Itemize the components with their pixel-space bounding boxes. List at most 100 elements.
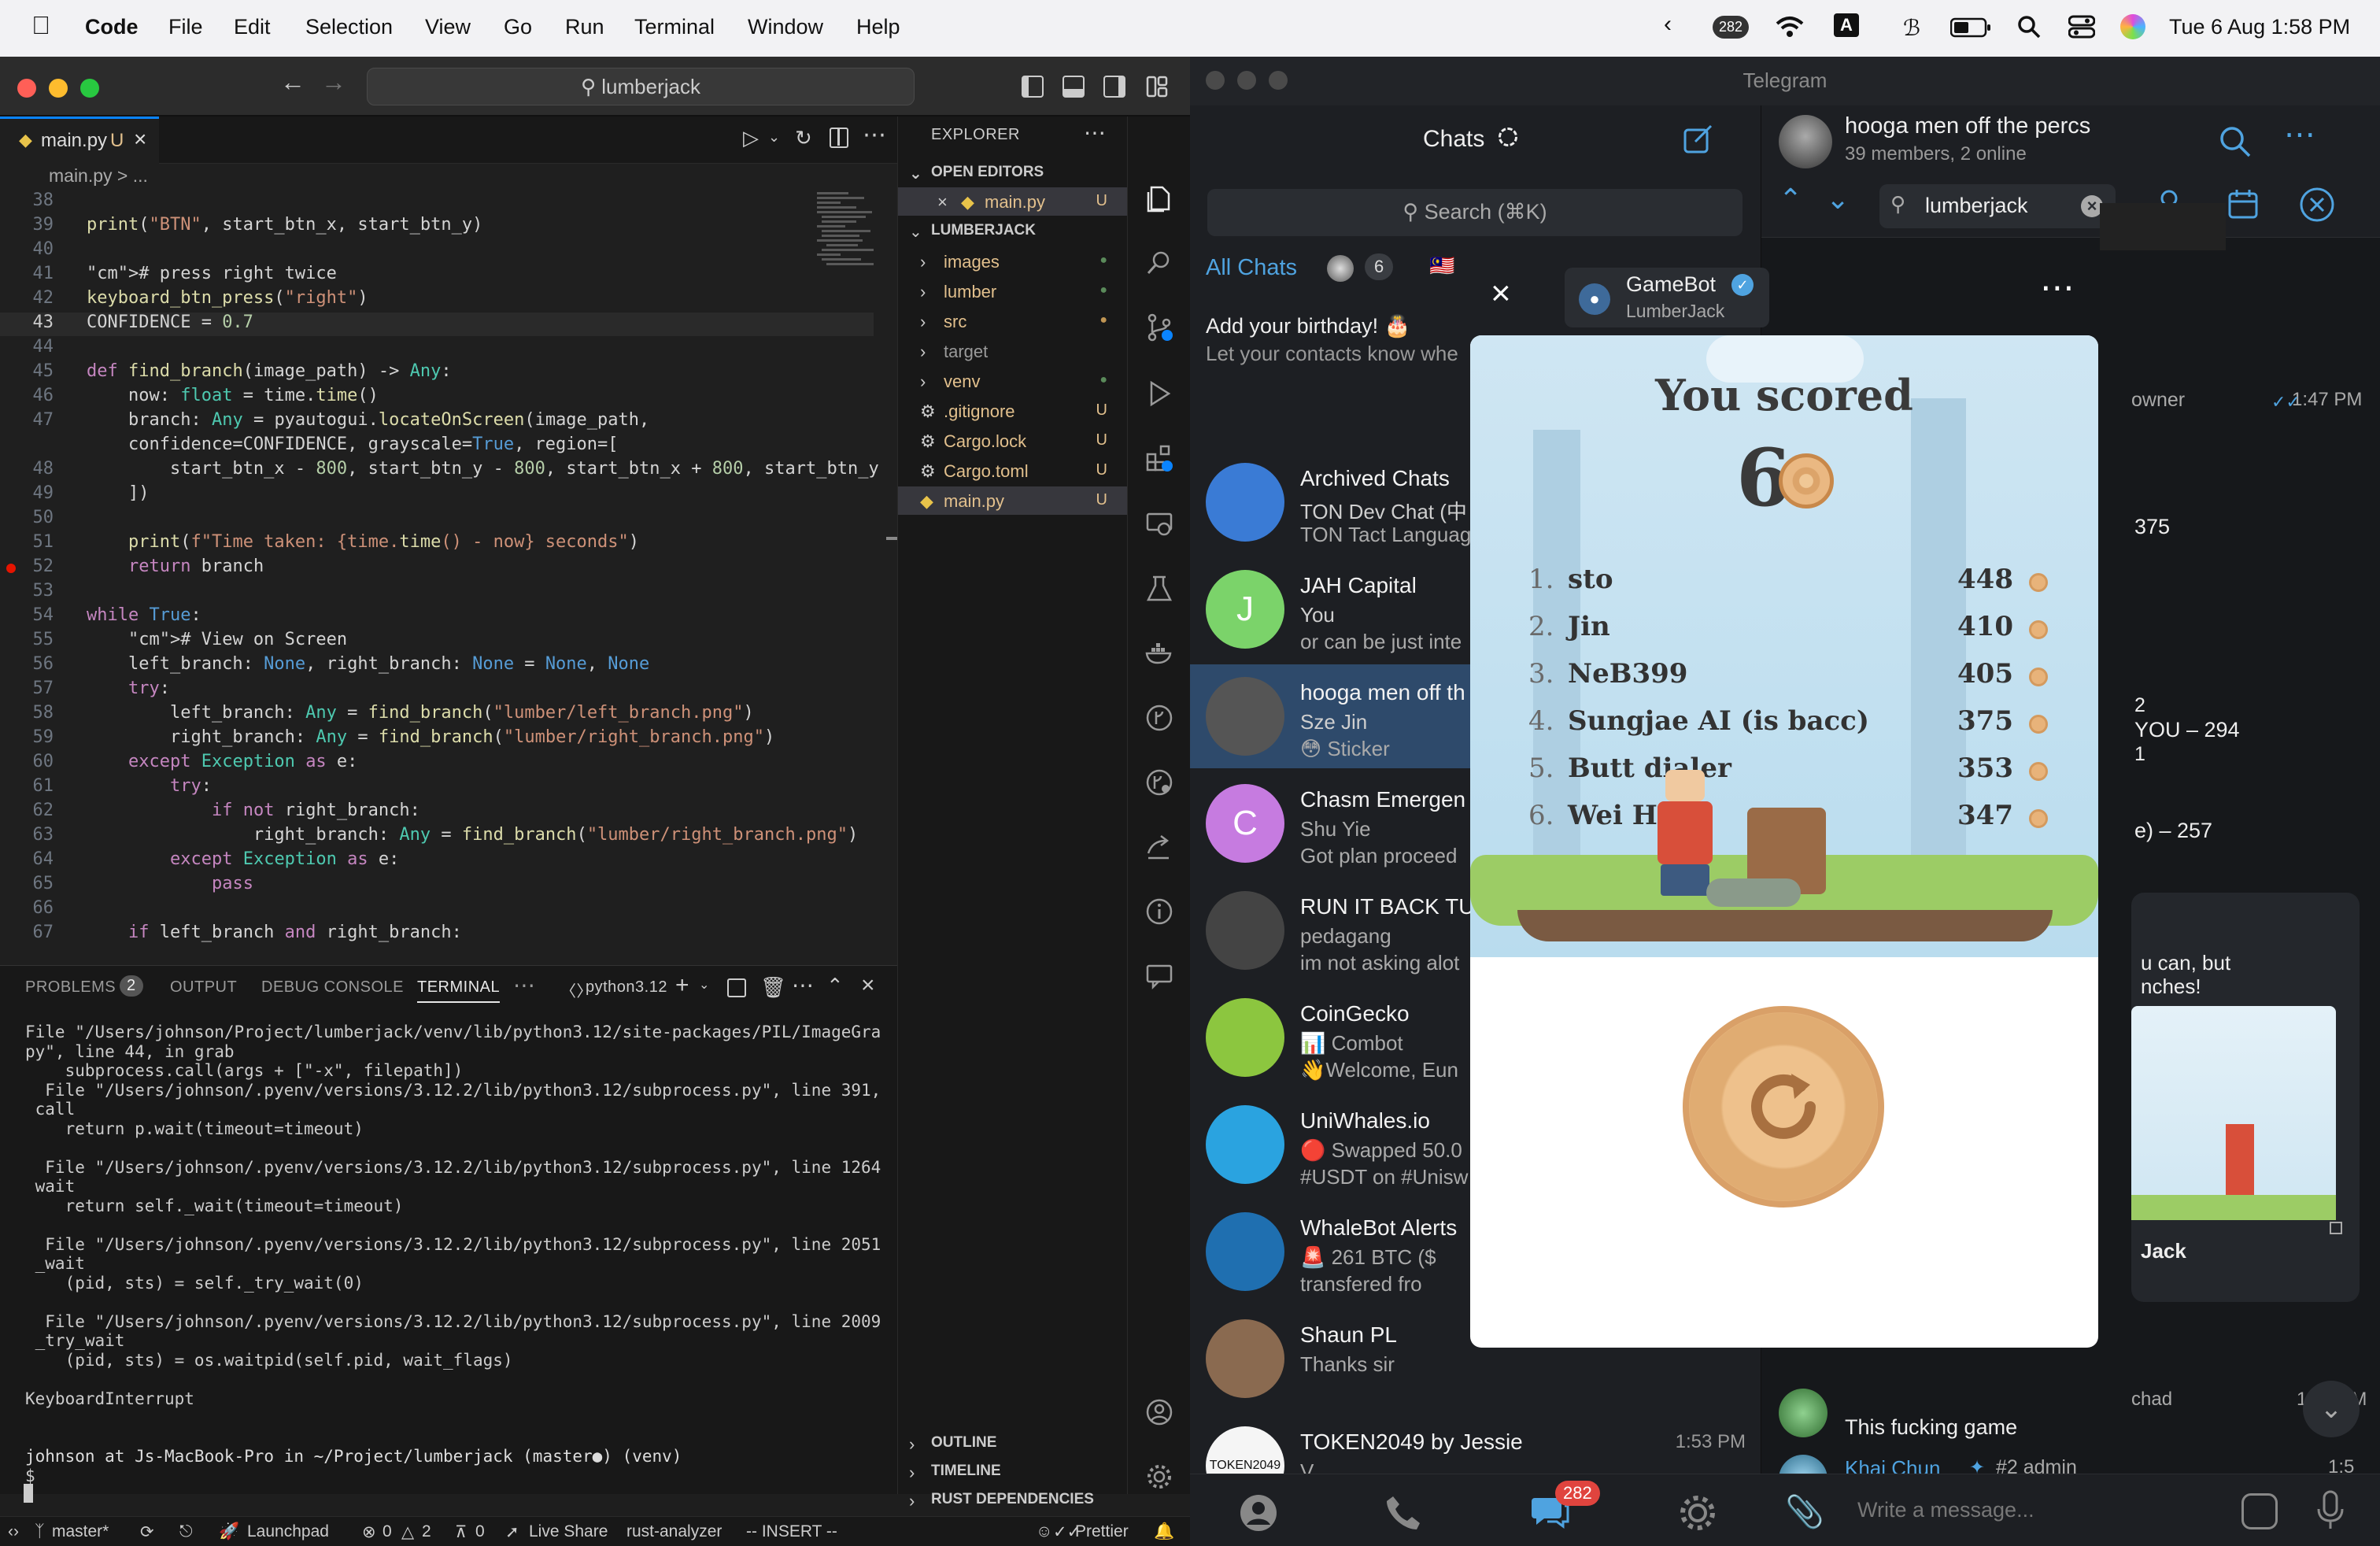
more-actions-icon[interactable]: ⋯ (863, 121, 886, 149)
feedback-icon[interactable]: ☺ (1036, 1522, 1052, 1541)
code-line[interactable]: 44 (0, 337, 874, 361)
input-source-indicator[interactable]: A (1834, 13, 1859, 37)
code-line[interactable]: 45 def find_branch(image_path) -> Any: (0, 361, 874, 385)
remote-explorer-icon[interactable] (1145, 510, 1173, 538)
notification-count-badge[interactable]: 282 (1713, 16, 1750, 39)
code-line[interactable]: 48 start_btn_x - 800, start_btn_y - 800,… (0, 459, 879, 483)
close-tab-icon[interactable]: × (134, 127, 146, 152)
code-line[interactable]: 61 try: (0, 776, 874, 800)
code-line[interactable]: 38 (0, 190, 874, 214)
toggle-panel-icon[interactable] (1062, 76, 1085, 98)
code-line[interactable]: 63 right_branch: Any = find_branch("lumb… (0, 825, 874, 849)
code-line[interactable]: 40 (0, 239, 874, 263)
in-chat-search-input[interactable]: ⚲ lumberjack × (1879, 184, 2116, 228)
search-by-date-icon[interactable] (2226, 187, 2260, 222)
menu-edit[interactable]: Edit (234, 15, 271, 39)
code-line[interactable]: 41 "cm"># press right twice (0, 264, 874, 287)
battery-icon[interactable] (1950, 17, 1991, 38)
code-line[interactable]: 43 CONFIDENCE = 0.7 (0, 313, 874, 336)
close-game-icon[interactable]: × (1491, 274, 1511, 313)
warnings-count[interactable]: 2 (422, 1522, 431, 1541)
close-editor-icon[interactable]: × (937, 192, 948, 213)
sync-changes-icon[interactable]: ⟳ (140, 1522, 154, 1542)
code-line[interactable]: 62 if not right_branch: (0, 801, 874, 824)
close-search-icon[interactable] (2298, 186, 2336, 224)
breadcrumb[interactable]: main.py > ... (0, 164, 897, 190)
code-line[interactable]: 55 "cm"># View on Screen (0, 630, 874, 653)
accounts-icon[interactable] (1145, 1398, 1173, 1426)
chat-search-input[interactable]: ⚲ Search (⌘K) (1207, 189, 1743, 236)
launchpad-icon[interactable]: 🚀 (219, 1522, 239, 1541)
file-tree-item[interactable]: › src ● (898, 307, 1128, 335)
code-line[interactable]: 39 print("BTN", start_btn_x, start_btn_y) (0, 215, 874, 239)
terminal-more-icon[interactable]: ⋯ (792, 972, 815, 998)
scroll-to-bottom-icon[interactable]: ⌄ (2303, 1381, 2360, 1437)
code-line[interactable]: 52 return branch (0, 557, 874, 580)
live-share-icon[interactable]: ➚ (505, 1522, 519, 1542)
bluetooth-icon[interactable]: ℬ (1903, 15, 1920, 41)
project-folder-section[interactable]: ⌄ LUMBERJACK (898, 217, 1128, 246)
siri-icon[interactable] (2120, 14, 2145, 39)
file-tree-item[interactable]: › target (898, 337, 1128, 365)
prettier-label[interactable]: Prettier (1075, 1522, 1129, 1541)
menu-selection[interactable]: Selection (305, 15, 393, 39)
settings-gear-icon[interactable] (1678, 1493, 1717, 1533)
extensions-icon[interactable] (1145, 444, 1173, 472)
rust-analyzer-status[interactable]: rust-analyzer (626, 1522, 722, 1541)
menubar-app-name[interactable]: Code (85, 15, 139, 39)
maximize-panel-icon[interactable]: ⌃ (826, 974, 844, 998)
zoom-window-button[interactable] (80, 79, 99, 98)
code-line[interactable]: 42 keyboard_btn_press("right") (0, 288, 874, 312)
outline-section[interactable]: › OUTLINE (898, 1429, 1128, 1458)
code-line[interactable]: 59 right_branch: Any = find_branch("lumb… (0, 727, 874, 751)
customize-layout-icon[interactable] (1146, 76, 1168, 98)
code-line[interactable]: 51 print(f"Time taken: {time.time() - no… (0, 532, 874, 556)
terminal-output[interactable]: File "/Users/johnson/Project/lumberjack/… (0, 1023, 881, 1495)
panel-more-icon[interactable]: ⋯ (513, 972, 536, 998)
testing-flask-icon[interactable] (1145, 575, 1173, 603)
code-line[interactable]: 67 if left_branch and right_branch: (0, 923, 874, 946)
code-editor[interactable]: 38 39 print("BTN", start_btn_x, start_btn_… (0, 190, 897, 965)
compose-icon[interactable] (1683, 124, 1714, 156)
spotlight-search-icon[interactable] (2016, 14, 2042, 39)
terminal-shell-name[interactable]: python3.12 (586, 978, 667, 997)
menu-go[interactable]: Go (504, 15, 532, 39)
explorer-files-icon[interactable] (1145, 184, 1173, 213)
search-icon[interactable] (2218, 124, 2252, 159)
rust-dependencies-section[interactable]: › RUST DEPENDENCIES (898, 1486, 1128, 1515)
minimize-window-button[interactable] (1237, 71, 1256, 90)
minimap[interactable] (815, 190, 886, 285)
live-share-label[interactable]: Live Share (529, 1522, 608, 1541)
run-python-file-icon[interactable]: ▷ (743, 126, 759, 150)
previous-result-icon[interactable]: ⌃ (1779, 183, 1802, 216)
code-line[interactable]: 66 (0, 898, 874, 922)
kill-terminal-icon[interactable]: 🗑 (760, 975, 787, 1000)
attach-paperclip-icon[interactable]: 📎 (1785, 1493, 1824, 1530)
comments-icon[interactable] (1145, 962, 1173, 990)
lumberjack-game-view[interactable]: You scored 6 1. sto 448 2. Jin 410 3. NeB399 405… (1470, 335, 2098, 1348)
editor-tab-main-py[interactable]: ◆ main.py U × (0, 117, 159, 164)
forward-arrow-icon[interactable]: → (321, 68, 346, 97)
source-control-icon[interactable] (1145, 313, 1173, 342)
panel-tab-debug-console[interactable]: DEBUG CONSOLE (261, 978, 404, 997)
launchpad-label[interactable]: Launchpad (247, 1522, 329, 1541)
split-editor-icon[interactable] (830, 128, 848, 148)
game-more-options-icon[interactable]: ⋯ (2040, 268, 2075, 308)
group-name[interactable]: hooga men off the percs (1845, 113, 2090, 139)
warnings-icon[interactable]: △ (401, 1522, 414, 1542)
code-line[interactable]: 54 while True: (0, 605, 874, 629)
panel-tab-problems[interactable]: PROBLEMS (25, 978, 116, 997)
terminal-dropdown-chevron-icon[interactable]: ⌄ (699, 977, 710, 993)
code-line[interactable]: confidence=CONFIDENCE, grayscale=True, r… (0, 435, 874, 458)
code-line[interactable]: 56 left_branch: None, right_branch: None… (0, 654, 874, 678)
folder-tab-flag-icon[interactable]: 🇲🇾 (1429, 253, 1454, 278)
game-bot-chip[interactable]: ● GameBot ✓ LumberJack (1565, 268, 1769, 327)
debug-icon[interactable]: ⎋ (179, 1522, 193, 1541)
menu-window[interactable]: Window (748, 15, 823, 39)
panel-tab-terminal[interactable]: TERMINAL (417, 978, 501, 1003)
code-line[interactable]: 57 try: (0, 679, 874, 702)
file-tree-item[interactable]: ◆ main.py U (898, 486, 1128, 515)
file-tree-item[interactable]: › images ● (898, 247, 1128, 276)
manage-gear-icon[interactable] (1145, 1463, 1173, 1491)
toggle-primary-sidebar-icon[interactable] (1022, 76, 1044, 98)
